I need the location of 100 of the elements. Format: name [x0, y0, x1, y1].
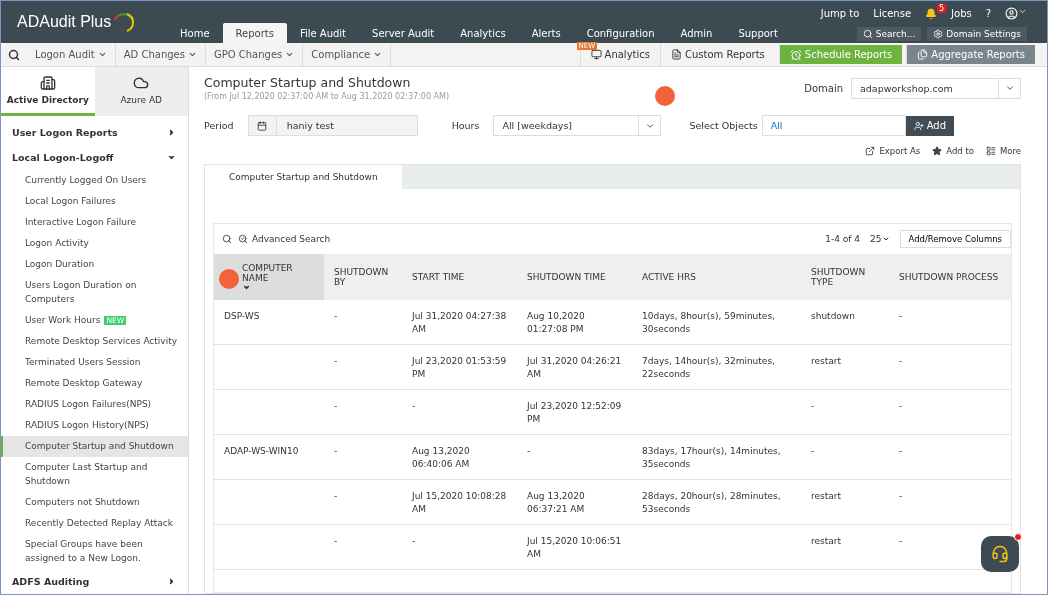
sidebar-item[interactable]: Local Logon Failures — [1, 191, 188, 212]
table-cell: ADAP-WS-WIN10 — [214, 435, 324, 480]
report-action-link[interactable]: Export As — [865, 146, 921, 156]
sidebar-group[interactable]: User Logon Reports — [1, 120, 188, 145]
table-cell: Aug 13,2020 06:40:06 AM — [402, 435, 517, 480]
table-cell: 83days, 17hour(s), 14minutes, 35seconds — [632, 435, 801, 480]
sidebar-item[interactable]: Recently Detected Replay Attack — [1, 513, 188, 534]
building-icon — [39, 75, 56, 91]
menu-dropdown[interactable]: AD Changes — [115, 43, 206, 66]
table-cell: Aug 10,2020 01:27:08 PM — [517, 300, 632, 345]
column-header[interactable]: SHUTDOWN PROCESS — [889, 254, 1011, 300]
source-tab[interactable]: Azure AD — [94, 67, 188, 116]
hours-select[interactable]: All [weekdays] — [493, 115, 662, 136]
sidebar-item[interactable]: Interactive Logon Failure — [1, 212, 188, 233]
search-icon[interactable] — [222, 234, 232, 244]
nav-tab[interactable]: File Audit — [286, 23, 360, 43]
page-range: 1-4 of 4 — [825, 234, 861, 244]
notification-count: 5 — [936, 3, 947, 13]
period-field[interactable]: haniy test — [247, 115, 418, 136]
add-button[interactable]: Add — [905, 115, 955, 136]
nav-tab[interactable]: Support — [725, 23, 791, 43]
nav-tab[interactable]: Alerts — [518, 23, 574, 43]
sidebar-item[interactable]: Computer Last Startup and Shutdown — [1, 457, 188, 492]
table-cell: - — [402, 390, 517, 435]
table-cell: DSP-WS — [214, 300, 324, 345]
report-tab[interactable]: Computer Startup and Shutdown — [205, 165, 402, 189]
page-size-select[interactable]: 25 — [870, 234, 890, 244]
nav-tab[interactable]: Reports — [222, 23, 287, 43]
report-title: Computer Startup and Shutdown — [204, 75, 412, 90]
column-header[interactable]: START TIME — [402, 254, 517, 300]
click-marker — [655, 86, 675, 106]
table-cell: - — [324, 300, 402, 345]
table-cell: restart — [801, 345, 889, 390]
caret-icon — [881, 235, 890, 243]
bell-icon[interactable] — [925, 7, 938, 20]
report-action-link[interactable]: Add to — [932, 146, 974, 156]
top-link[interactable]: Jobs — [951, 8, 972, 19]
table-cell: restart — [801, 525, 889, 570]
alarm-clock-icon — [789, 48, 802, 61]
table-cell: Jul 15,2020 10:06:51 AM — [517, 525, 632, 570]
search-button[interactable]: Search... — [856, 27, 922, 41]
sidebar-item[interactable]: RADIUS Logon History(NPS) — [1, 415, 188, 436]
column-header[interactable]: SHUTDOWN TYPE — [801, 254, 889, 300]
table-cell: Jul 31,2020 04:27:38 AM — [402, 300, 517, 345]
sidebar-item[interactable]: Logon Duration — [1, 254, 188, 275]
columns-button[interactable]: Add/Remove Columns — [899, 230, 1011, 248]
top-link[interactable]: Jump to — [820, 8, 860, 19]
caret-icon — [373, 50, 383, 59]
table-cell: - — [889, 390, 1011, 435]
table-cell: - — [324, 345, 402, 390]
table-cell: Aug 13,2020 06:37:21 AM — [517, 480, 632, 525]
sidebar-item[interactable]: RADIUS Logon Failures(NPS) — [1, 394, 188, 415]
calendar-icon — [257, 120, 268, 131]
advanced-search-link[interactable]: Advanced Search — [238, 234, 331, 244]
sidebar-item[interactable]: Logon Activity — [1, 233, 188, 254]
chat-button[interactable] — [981, 536, 1019, 572]
top-link[interactable]: License — [873, 8, 912, 19]
sidebar-group[interactable]: Local Logon-Logoff — [1, 145, 188, 170]
hours-label: Hours — [451, 120, 480, 131]
sidebar-item[interactable]: Currently Logged On Users — [1, 170, 188, 191]
nav-tab[interactable]: Home — [167, 23, 223, 43]
caret-icon — [285, 50, 295, 59]
top-link[interactable]: ? — [985, 8, 991, 19]
domain-select[interactable]: adapworkshop.com — [851, 77, 1021, 99]
nav-tab[interactable]: Server Audit — [359, 23, 448, 43]
objects-label: Select Objects — [689, 120, 758, 131]
sidebar-item[interactable]: Remote Desktop Gateway — [1, 373, 188, 394]
column-header[interactable]: SHUTDOWN TIME — [517, 254, 632, 300]
add-user-icon — [913, 120, 924, 131]
sidebar-item[interactable]: Computers not Shutdown — [1, 492, 188, 513]
nav-tab[interactable]: Analytics — [447, 23, 519, 43]
search-icon[interactable] — [8, 48, 20, 61]
nav-tab[interactable]: Configuration — [573, 23, 668, 43]
objects-field[interactable]: All — [761, 115, 906, 136]
report-action-button[interactable]: Aggregate Reports — [906, 45, 1035, 64]
column-header[interactable]: COMPUTER NAME — [214, 254, 324, 300]
nav-tab[interactable]: Admin — [667, 23, 726, 43]
app-logo: ADAudit Plus — [17, 13, 112, 31]
logo-arc-icon — [113, 12, 136, 32]
user-avatar-icon[interactable] — [1005, 7, 1018, 20]
menu-dropdown[interactable]: GPO Changes — [205, 43, 304, 66]
sidebar-item[interactable]: Users Logon Duration on Computers — [1, 275, 188, 310]
menu-dropdown[interactable]: Compliance — [303, 43, 392, 66]
table-cell: - — [801, 435, 889, 480]
table-cell: Jul 15,2020 10:08:28 AM — [402, 480, 517, 525]
column-header[interactable]: ACTIVE HRS — [632, 254, 801, 300]
sidebar-item[interactable]: Computer Startup and Shutdown — [1, 436, 188, 457]
column-header[interactable]: SHUTDOWN BY — [324, 254, 402, 300]
table-cell: 28days, 20hour(s), 28minutes, 53seconds — [632, 480, 801, 525]
sidebar-item[interactable]: Special Groups have been assigned to a New Logon. — [1, 534, 188, 569]
sidebar-item[interactable]: Remote Desktop Services Activity — [1, 331, 188, 352]
sidebar-group[interactable]: ADFS Auditing — [1, 569, 188, 594]
search-icon — [862, 29, 873, 39]
report-action-link[interactable]: More — [985, 146, 1021, 156]
menu-dropdown[interactable]: Logon Audit — [27, 43, 116, 66]
sidebar-item[interactable]: Terminated Users Session — [1, 352, 188, 373]
domain-label: Domain — [804, 82, 843, 94]
domain-settings-button[interactable]: Domain Settings — [927, 27, 1027, 41]
report-action-button[interactable]: Custom Reports — [659, 43, 775, 66]
documents-icon — [917, 49, 929, 60]
